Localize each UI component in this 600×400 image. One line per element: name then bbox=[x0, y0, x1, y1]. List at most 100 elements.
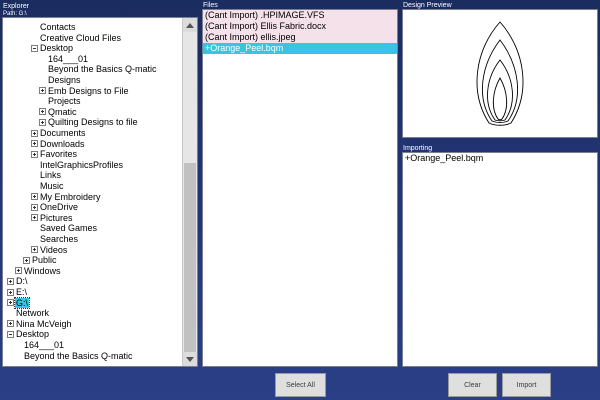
tree-item-label: Contacts bbox=[40, 22, 76, 32]
file-item[interactable]: (Cant Import) ellis.jpeg bbox=[203, 32, 397, 43]
tree-item[interactable]: OneDrive bbox=[31, 202, 79, 212]
tree-item[interactable]: Saved Games bbox=[39, 223, 98, 233]
tree-item[interactable]: 164___01 bbox=[47, 54, 89, 64]
tree-item-label: 164___01 bbox=[48, 53, 89, 64]
expand-icon[interactable] bbox=[31, 150, 38, 158]
expand-icon[interactable] bbox=[39, 87, 46, 95]
importing-list[interactable]: +Orange_Peel.bqm bbox=[402, 152, 598, 367]
tree-item-label: Nina McVeigh bbox=[16, 318, 72, 329]
expand-icon[interactable] bbox=[7, 320, 14, 328]
expand-icon[interactable] bbox=[31, 129, 38, 137]
scrollbar-thumb[interactable] bbox=[184, 163, 196, 353]
expand-icon[interactable] bbox=[31, 140, 38, 148]
tree-item[interactable]: Beyond the Basics Q-matic bbox=[47, 64, 158, 74]
tree-item[interactable]: Nina McVeigh bbox=[7, 319, 73, 329]
tree-item[interactable]: Network bbox=[15, 308, 50, 318]
tree-item-label: D:\ bbox=[16, 276, 28, 287]
tree-item-label: Quilting Designs to file bbox=[48, 117, 138, 128]
file-item[interactable]: (Cant Import) Ellis Fabric.docx bbox=[203, 21, 397, 32]
tree-item-label: Public bbox=[32, 255, 57, 266]
collapse-icon[interactable] bbox=[7, 330, 14, 338]
tree-item[interactable]: Searches bbox=[39, 234, 79, 244]
tree-item-label: E:\ bbox=[16, 287, 28, 297]
collapse-icon[interactable] bbox=[31, 44, 38, 52]
tree-item[interactable]: Windows bbox=[15, 266, 62, 276]
expand-icon[interactable] bbox=[7, 299, 14, 307]
tree-item-label: OneDrive bbox=[40, 202, 79, 213]
expand-icon[interactable] bbox=[23, 256, 30, 264]
tree-item[interactable]: Music bbox=[39, 181, 65, 191]
import-button[interactable]: Import bbox=[502, 373, 551, 397]
expand-icon[interactable] bbox=[31, 193, 38, 201]
tree-item[interactable]: IntelGraphicsProfiles bbox=[39, 160, 124, 170]
tree-item-label: Projects bbox=[48, 96, 81, 107]
scroll-up-button[interactable] bbox=[183, 18, 197, 32]
tree-item-label: Creative Cloud Files bbox=[40, 32, 122, 43]
tree-item-label: Music bbox=[40, 181, 64, 191]
tree-item-label: Videos bbox=[40, 244, 68, 255]
file-item[interactable]: (Cant Import) .HPIMAGE.VFS bbox=[203, 10, 397, 21]
tree-item-label: Qmatic bbox=[48, 106, 77, 117]
tree-item-label: 164___01 bbox=[24, 340, 65, 350]
explorer-panel[interactable]: Contacts Creative Cloud Files Desktop 164__… bbox=[2, 17, 198, 367]
tree-item[interactable]: Projects bbox=[47, 96, 82, 106]
expand-icon[interactable] bbox=[31, 246, 38, 254]
design-preview bbox=[402, 9, 598, 138]
tree-item[interactable]: D:\ bbox=[7, 276, 29, 286]
tree-item[interactable]: Public bbox=[23, 255, 58, 265]
tree-item[interactable]: 164___01 bbox=[23, 340, 65, 350]
expand-icon[interactable] bbox=[31, 203, 38, 211]
tree-item-label: Documents bbox=[40, 128, 86, 138]
tree-item[interactable]: Desktop bbox=[7, 329, 50, 339]
folder-tree[interactable]: Contacts Creative Cloud Files Desktop 164__… bbox=[3, 18, 182, 366]
files-list[interactable]: (Cant Import) .HPIMAGE.VFS (Cant Import) … bbox=[202, 9, 398, 367]
expand-icon[interactable] bbox=[15, 267, 22, 275]
select-all-button[interactable]: Select All bbox=[275, 373, 326, 397]
expand-icon[interactable] bbox=[39, 108, 46, 116]
tree-item-label: Network bbox=[16, 308, 50, 319]
tree-item[interactable]: Desktop bbox=[31, 43, 74, 53]
tree-item[interactable]: Emb Designs to File bbox=[39, 86, 130, 96]
tree-item[interactable]: Documents bbox=[31, 128, 87, 138]
tree-item-label: Favorites bbox=[40, 149, 78, 160]
tree-item-label: Beyond the Basics Q-matic bbox=[48, 64, 157, 75]
tree-item[interactable]: E:\ bbox=[7, 287, 28, 297]
arrow-up-icon bbox=[186, 22, 194, 28]
clear-button[interactable]: Clear bbox=[448, 373, 497, 397]
tree-item[interactable]: Qmatic bbox=[39, 107, 78, 117]
expand-icon[interactable] bbox=[39, 118, 46, 126]
tree-item-label: Pictures bbox=[40, 212, 73, 223]
tree-item-label: Desktop bbox=[16, 329, 50, 340]
tree-item[interactable]: Videos bbox=[31, 245, 68, 255]
tree-item-label: Emb Designs to File bbox=[48, 85, 129, 96]
orange-peel-design-icon bbox=[476, 21, 524, 126]
tree-item[interactable]: My Embroidery bbox=[31, 192, 102, 202]
tree-item-label: My Embroidery bbox=[40, 191, 101, 202]
expand-icon[interactable] bbox=[7, 277, 14, 285]
tree-item[interactable]: Downloads bbox=[31, 139, 86, 149]
tree-item-label: Downloads bbox=[40, 138, 85, 149]
tree-scrollbar[interactable] bbox=[182, 18, 197, 366]
tree-item[interactable]: Pictures bbox=[31, 213, 74, 223]
tree-item-label: G:\ bbox=[13, 296, 31, 309]
tree-item[interactable]: G:\ bbox=[7, 296, 31, 309]
importing-item[interactable]: +Orange_Peel.bqm bbox=[403, 153, 597, 164]
file-item[interactable]: +Orange_Peel.bqm bbox=[203, 43, 397, 54]
tree-item-label: Searches bbox=[40, 234, 79, 244]
tree-item-label: IntelGraphicsProfiles bbox=[40, 159, 124, 170]
tree-item[interactable]: Designs bbox=[47, 75, 82, 85]
tree-item-label: Desktop bbox=[40, 43, 74, 54]
expand-icon[interactable] bbox=[7, 288, 14, 296]
tree-item[interactable]: Favorites bbox=[31, 149, 78, 159]
tree-item-label: Saved Games bbox=[40, 223, 98, 234]
tree-item[interactable]: Links bbox=[39, 170, 62, 180]
tree-item[interactable]: Beyond the Basics Q-matic bbox=[23, 351, 134, 361]
tree-item-label: Designs bbox=[48, 75, 81, 85]
scroll-down-button[interactable] bbox=[183, 352, 197, 366]
tree-item-label: Links bbox=[40, 170, 62, 181]
tree-item[interactable]: Creative Cloud Files bbox=[39, 33, 122, 43]
tree-item[interactable]: Contacts bbox=[39, 22, 77, 32]
tree-item-label: Windows bbox=[24, 265, 61, 276]
expand-icon[interactable] bbox=[31, 214, 38, 222]
tree-item[interactable]: Quilting Designs to file bbox=[39, 117, 139, 127]
